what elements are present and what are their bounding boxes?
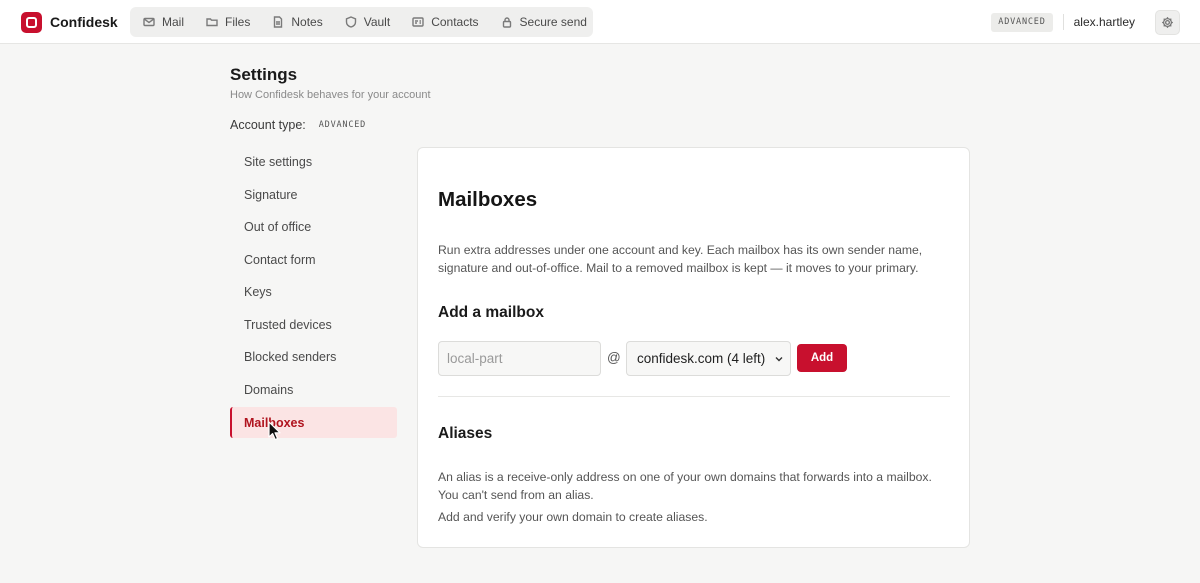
- nav-item-mail[interactable]: Mail: [143, 7, 184, 37]
- aliases-title: Aliases: [438, 425, 493, 442]
- main-nav: Mail Files Notes Vault Contacts Secure s…: [130, 7, 593, 37]
- domain-select-value: confidesk.com (4 left): [637, 351, 766, 366]
- nav-item-label: Contacts: [431, 15, 479, 29]
- settings-menu-item-keys[interactable]: Keys: [230, 276, 397, 309]
- page-subtitle: How Confidesk behaves for your account: [230, 89, 431, 101]
- username[interactable]: alex.hartley: [1074, 15, 1135, 29]
- nav-item-label: Notes: [291, 15, 323, 29]
- nav-item-label: Files: [225, 15, 251, 29]
- document-icon: [274, 16, 283, 28]
- add-mailbox-title: Add a mailbox: [438, 304, 544, 321]
- aliases-note: Add and verify your own domain to create…: [438, 510, 708, 524]
- top-bar: Confidesk Mail Files Notes Vault Contact…: [0, 0, 1200, 44]
- nav-item-files[interactable]: Files: [206, 7, 250, 37]
- nav-item-label: Mail: [162, 15, 185, 29]
- nav-item-notes[interactable]: Notes: [272, 7, 323, 37]
- nav-item-contacts[interactable]: Contacts: [412, 7, 479, 37]
- at-sign: @: [607, 350, 621, 365]
- account-type-row: Account type: ADVANCED: [230, 118, 366, 132]
- mouse-cursor-icon: [268, 421, 281, 441]
- brand-name: Confidesk: [50, 14, 118, 30]
- divider: [1062, 14, 1064, 30]
- gear-icon: [1162, 16, 1173, 28]
- nav-item-label: Vault: [363, 15, 391, 29]
- account-area: ADVANCED alex.hartley: [991, 9, 1180, 35]
- add-mailbox-button[interactable]: Add: [797, 344, 847, 372]
- mailboxes-title: Mailboxes: [438, 188, 538, 211]
- account-type-label: Account type:: [230, 118, 306, 132]
- settings-button[interactable]: [1155, 9, 1180, 35]
- aliases-description: An alias is a receive-only address on on…: [438, 470, 932, 502]
- page-title: Settings: [230, 65, 298, 84]
- folder-icon: [206, 18, 218, 27]
- section-divider: [438, 396, 950, 397]
- settings-menu-item-out-of-office[interactable]: Out of office: [230, 211, 397, 244]
- chevron-down-icon: [775, 357, 783, 362]
- tier-badge: ADVANCED: [991, 12, 1053, 32]
- mailboxes-panel: Mailboxes Run extra addresses under one …: [417, 147, 970, 548]
- account-type-value: ADVANCED: [318, 120, 367, 130]
- settings-menu-item-mailboxes[interactable]: Mailboxes: [230, 407, 397, 438]
- local-part-input[interactable]: [438, 341, 601, 376]
- nav-item-label: Secure send: [519, 15, 587, 29]
- mailboxes-description: Run extra addresses under one account an…: [438, 243, 923, 275]
- brand[interactable]: Confidesk: [21, 11, 118, 33]
- nav-item-secure-send[interactable]: Secure send: [501, 7, 587, 37]
- shield-icon: [345, 16, 356, 28]
- settings-menu-item-contact-form[interactable]: Contact form: [230, 244, 397, 277]
- mail-icon: [143, 17, 155, 27]
- settings-menu-item-trusted-devices[interactable]: Trusted devices: [230, 309, 397, 342]
- domain-select[interactable]: confidesk.com (4 left): [626, 341, 791, 376]
- address-card-icon: [412, 17, 424, 27]
- settings-menu-item-site-settings[interactable]: Site settings: [230, 146, 397, 179]
- settings-menu: Site settings Signature Out of office Co…: [230, 146, 397, 438]
- lock-icon: [502, 17, 511, 28]
- settings-menu-item-signature[interactable]: Signature: [230, 179, 397, 212]
- settings-menu-item-blocked-senders[interactable]: Blocked senders: [230, 341, 397, 374]
- nav-item-vault[interactable]: Vault: [345, 7, 390, 37]
- settings-menu-item-domains[interactable]: Domains: [230, 374, 397, 407]
- logo-icon: [21, 11, 42, 33]
